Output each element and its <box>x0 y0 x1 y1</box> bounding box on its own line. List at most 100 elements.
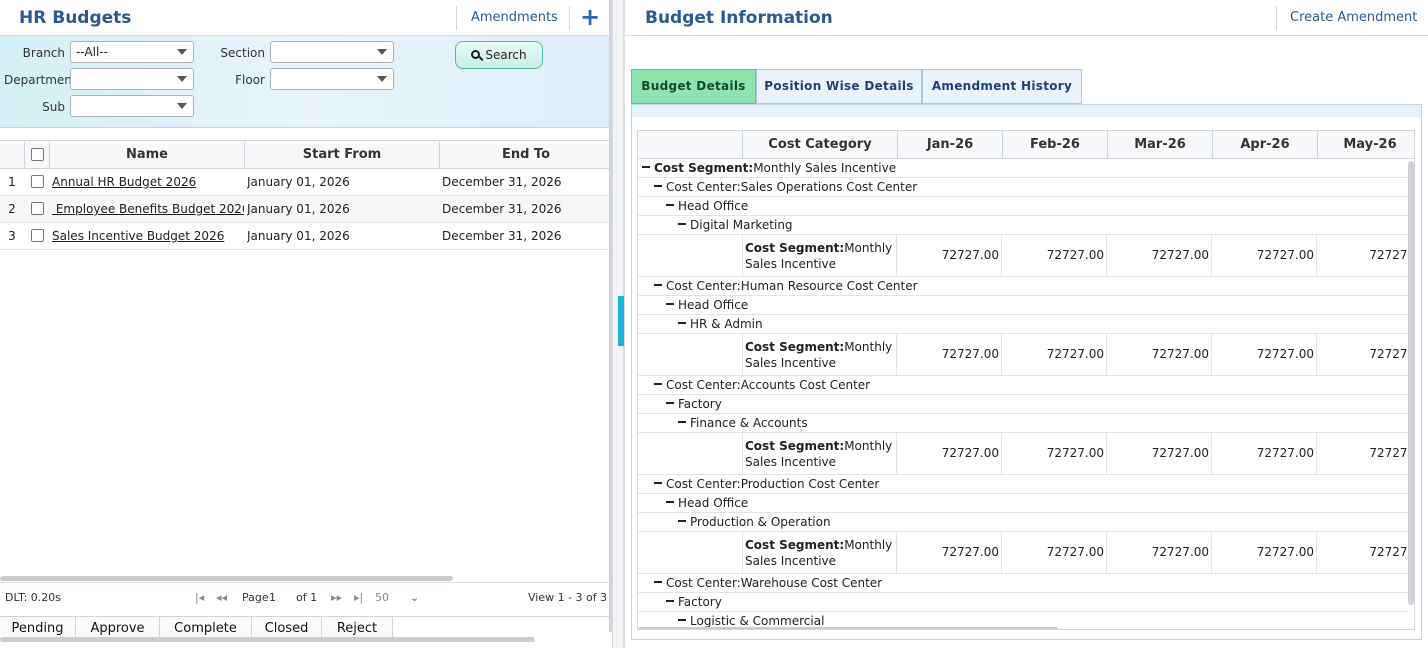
end-to-header[interactable]: End To <box>440 141 612 169</box>
cost-category-header[interactable]: Cost Category <box>743 131 898 159</box>
collapse-icon[interactable] <box>642 165 650 168</box>
tree-row[interactable]: Digital Marketing <box>638 216 1408 235</box>
start-date: January 01, 2026 <box>247 175 350 189</box>
page-size-select[interactable]: 50 <box>375 591 389 604</box>
department-label: Department <box>4 73 77 87</box>
panel-splitter[interactable] <box>612 0 624 648</box>
last-page-icon[interactable]: ▸| <box>354 591 363 604</box>
collapse-icon[interactable] <box>678 420 686 423</box>
collapse-icon[interactable] <box>666 203 674 206</box>
sub-select[interactable] <box>70 95 194 117</box>
tree-row[interactable]: Cost Center:Human Resource Cost Center <box>638 277 1408 296</box>
tree-row[interactable]: Head Office <box>638 296 1408 315</box>
tree-row[interactable]: Cost Center:Production Cost Center <box>638 475 1408 494</box>
month-header[interactable]: Mar-26 <box>1108 131 1213 159</box>
amendments-link[interactable]: Amendments <box>471 10 558 25</box>
tab-budget-details[interactable]: Budget Details <box>631 69 756 104</box>
branch-name: Head Office <box>678 496 749 510</box>
name-header[interactable]: Name <box>50 141 245 169</box>
collapse-icon[interactable] <box>678 321 686 324</box>
amount-cell: 72727.0 <box>1316 433 1414 474</box>
amount-cell: 72727.0 <box>1316 334 1414 375</box>
collapse-icon[interactable] <box>654 481 662 484</box>
collapse-icon[interactable] <box>654 283 662 286</box>
table-row[interactable]: 1 Annual HR Budget 2026 January 01, 2026… <box>0 169 612 196</box>
month-header[interactable]: Jan-26 <box>898 131 1003 159</box>
next-page-icon[interactable]: ▸▸ <box>331 591 342 604</box>
month-header[interactable]: May-26 <box>1318 131 1414 159</box>
cost-center-name: Warehouse Cost Center <box>740 576 883 590</box>
department-name: Production & Operation <box>690 515 831 529</box>
table-row[interactable]: Cost Segment:Monthly Sales Incentive 7272… <box>638 532 1414 574</box>
table-row[interactable]: Cost Segment:Monthly Sales Incentive 7272… <box>638 433 1414 475</box>
department-select[interactable] <box>70 68 194 90</box>
collapse-icon[interactable] <box>678 519 686 522</box>
budget-name-link[interactable]: Annual HR Budget 2026 <box>52 169 244 196</box>
select-all-checkbox[interactable] <box>31 148 44 161</box>
branch-select[interactable]: --All-- <box>70 41 194 63</box>
collapse-icon[interactable] <box>654 184 662 187</box>
collapse-icon[interactable] <box>654 580 662 583</box>
collapse-icon[interactable] <box>666 500 674 503</box>
tab-amendment-history[interactable]: Amendment History <box>922 69 1082 104</box>
budget-information-header: Budget Information Create Amendment <box>625 0 1428 36</box>
collapse-icon[interactable] <box>666 599 674 602</box>
department-name: HR & Admin <box>690 317 763 331</box>
tree-row[interactable]: Finance & Accounts <box>638 414 1408 433</box>
tree-row[interactable]: Factory <box>638 395 1408 414</box>
table-row[interactable]: 3 Sales Incentive Budget 2026 January 01… <box>0 223 612 250</box>
row-checkbox[interactable] <box>31 202 44 215</box>
end-date: December 31, 2026 <box>442 175 562 189</box>
tree-row[interactable]: Cost Center:Accounts Cost Center <box>638 376 1408 395</box>
tree-row[interactable]: Cost Center:Warehouse Cost Center <box>638 574 1408 593</box>
tree-row[interactable]: HR & Admin <box>638 315 1408 334</box>
tree-row[interactable]: Cost Center:Sales Operations Cost Center <box>638 178 1408 197</box>
row-checkbox[interactable] <box>31 175 44 188</box>
tree-row[interactable]: Factory <box>638 593 1408 612</box>
create-amendment-link[interactable]: Create Amendment <box>1290 10 1417 25</box>
plus-icon[interactable]: + <box>580 4 600 30</box>
table-row[interactable]: 2 Employee Benefits Budget 2026 January … <box>0 196 612 223</box>
collapse-icon[interactable] <box>654 382 662 385</box>
amount-cell: 72727.0 <box>1316 532 1414 573</box>
section-select[interactable] <box>270 41 394 63</box>
budget-name-link[interactable]: Sales Incentive Budget 2026 <box>52 223 244 250</box>
tree-header <box>638 131 743 159</box>
collapse-icon[interactable] <box>678 222 686 225</box>
floor-select[interactable] <box>270 68 394 90</box>
category-cell-border <box>742 235 743 276</box>
month-header[interactable]: Feb-26 <box>1003 131 1108 159</box>
node-prefix: Cost Center: <box>666 576 741 590</box>
horizontal-scrollbar[interactable] <box>0 576 453 581</box>
cost-center-name: Production Cost Center <box>740 477 880 491</box>
cost-category-cell: Cost Segment:Monthly Sales Incentive <box>745 339 895 371</box>
page-title: HR Budgets <box>19 8 132 28</box>
search-button[interactable]: Search <box>455 41 543 69</box>
node-prefix: Cost Center: <box>666 180 741 194</box>
tree-row[interactable]: Head Office <box>638 197 1408 216</box>
collapse-icon[interactable] <box>666 401 674 404</box>
section-label: Section <box>220 46 265 60</box>
page-input[interactable]: 1 <box>269 591 291 606</box>
table-row[interactable]: Cost Segment:Monthly Sales Incentive 7272… <box>638 235 1414 277</box>
first-page-icon[interactable]: |◂ <box>195 591 204 604</box>
collapse-icon[interactable] <box>666 302 674 305</box>
prev-page-icon[interactable]: ◂◂ <box>216 591 227 604</box>
tab-position-wise-details[interactable]: Position Wise Details <box>756 69 922 104</box>
tree-row[interactable]: Production & Operation <box>638 513 1408 532</box>
pager: DLT: 0.20s |◂ ◂◂ Page 1 of 1 ▸▸ ▸| 50 ⌄ … <box>0 582 612 610</box>
budget-name-link[interactable]: Employee Benefits Budget 2026 <box>52 196 244 223</box>
vertical-scrollbar[interactable] <box>1408 161 1414 605</box>
tree-row[interactable]: Head Office <box>638 494 1408 513</box>
collapse-icon[interactable] <box>678 618 686 621</box>
start-date: January 01, 2026 <box>247 229 350 243</box>
start-from-header[interactable]: Start From <box>245 141 440 169</box>
chevron-down-icon[interactable]: ⌄ <box>410 591 419 604</box>
tree-row-segment[interactable]: Cost Segment:Monthly Sales Incentive <box>638 159 1408 178</box>
horizontal-scrollbar[interactable] <box>638 627 1058 629</box>
row-checkbox[interactable] <box>31 229 44 242</box>
table-row[interactable]: Cost Segment:Monthly Sales Incentive 7272… <box>638 334 1414 376</box>
month-header[interactable]: Apr-26 <box>1213 131 1318 159</box>
horizontal-scrollbar[interactable] <box>0 637 535 642</box>
segment-prefix: Cost Segment: <box>745 340 845 354</box>
